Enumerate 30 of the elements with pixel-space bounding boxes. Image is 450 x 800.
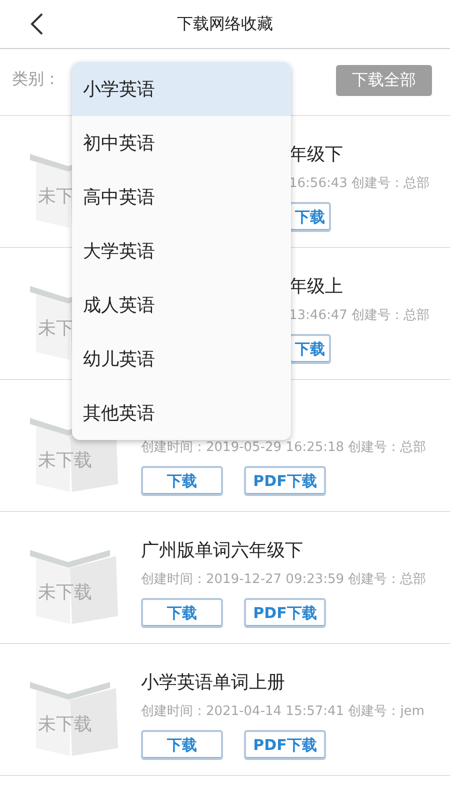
item-meta: 创建时间：2019-12-27 09:23:59 创建号：总部 [141,571,426,588]
dropdown-option[interactable]: 小学英语 [72,62,291,116]
page-title: 下载网络收藏 [177,14,273,34]
dropdown-option[interactable]: 成人英语 [72,278,291,332]
download-button[interactable]: 下载 [141,598,223,628]
category-label: 类别： [12,68,60,90]
download-button[interactable]: PDF下载 [244,466,326,496]
dropdown-option[interactable]: 其他英语 [72,386,291,440]
status-label: 未下 [38,185,74,208]
item-meta: 创建时间：2021-04-14 15:57:41 创建号：jem [141,703,424,720]
download-button[interactable]: PDF下载 [244,730,326,760]
download-button[interactable]: 下载 [141,730,223,760]
download-button[interactable]: 下载 [289,202,331,232]
download-button[interactable]: 下载 [289,334,331,364]
item-meta: 16:56:43 创建号：总部 [289,175,430,192]
download-button[interactable]: PDF下载 [244,598,326,628]
back-icon [30,12,44,36]
item-meta: 13:46:47 创建号：总部 [289,307,430,324]
dropdown-option[interactable]: 高中英语 [72,170,291,224]
status-label: 未下载 [38,449,92,472]
item-meta: 创建时间：2019-05-29 16:25:18 创建号：总部 [141,439,426,456]
item-title: 广州版单词六年级下 [141,539,304,563]
item-title: 小学英语单词上册 [141,671,286,695]
status-label: 未下 [38,317,74,340]
download-button[interactable]: 下载 [141,466,223,496]
dropdown-option[interactable]: 初中英语 [72,116,291,170]
dropdown-option[interactable]: 幼儿英语 [72,332,291,386]
dropdown-option[interactable]: 大学英语 [72,224,291,278]
status-label: 未下载 [38,713,92,736]
status-label: 未下载 [38,581,92,604]
